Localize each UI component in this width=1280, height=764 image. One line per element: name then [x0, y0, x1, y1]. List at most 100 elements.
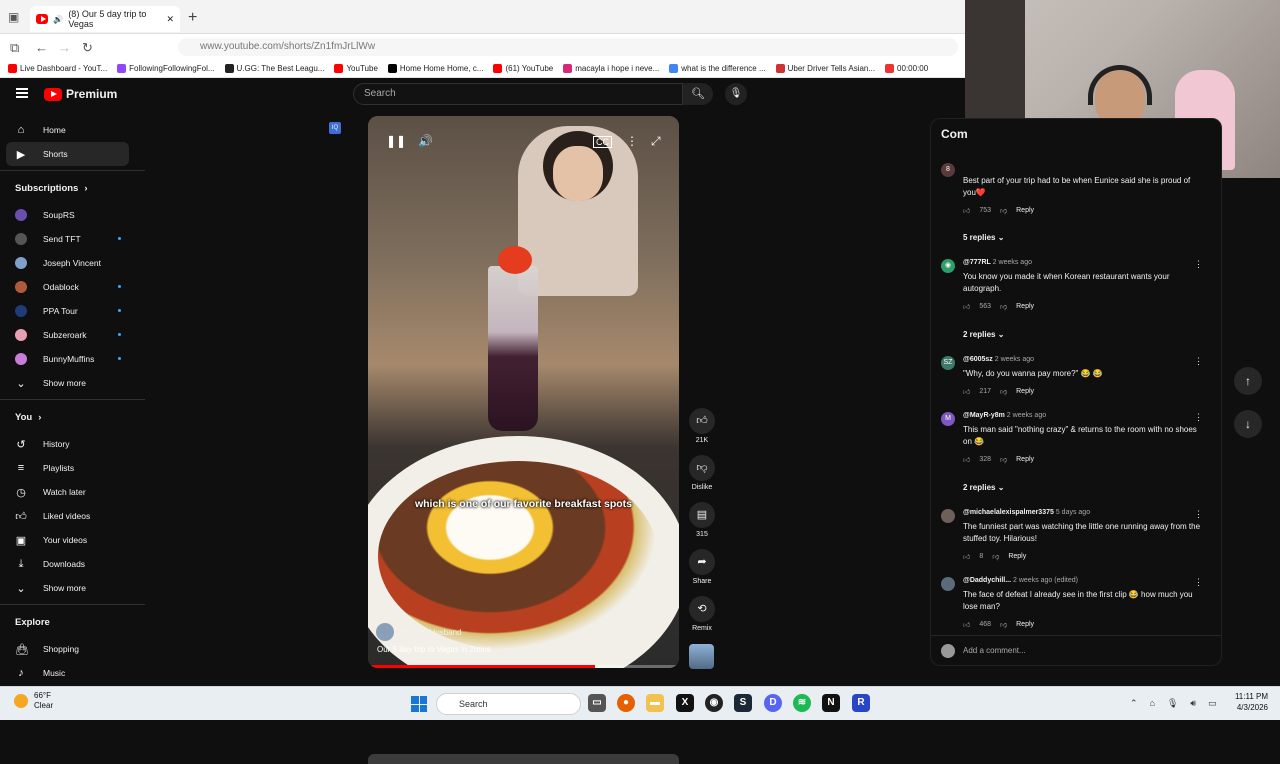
thumbs-up-icon[interactable]: 👍︎: [963, 552, 970, 561]
back-icon[interactable]: ←: [35, 40, 48, 55]
thumbs-up-icon[interactable]: 👍︎: [963, 387, 970, 396]
r-app-icon[interactable]: R: [852, 694, 870, 712]
share-button[interactable]: ➦ Share: [688, 549, 716, 596]
sidebar-toggle-icon[interactable]: ⧉: [10, 40, 19, 56]
video-progress-bar[interactable]: [368, 665, 679, 668]
search-input[interactable]: Search: [353, 83, 683, 105]
shorts-video-player[interactable]: ❚❚ 🔊 CC ⋮ ⤢ which is one of our favorite…: [368, 116, 679, 668]
youtube-logo[interactable]: Premium: [44, 87, 117, 101]
sidebar-item-shopping[interactable]: 👜︎ Shopping: [0, 637, 145, 661]
comment-author[interactable]: @Daddychill... 2 weeks ago (edited): [963, 577, 1078, 584]
discord-icon[interactable]: D: [764, 694, 782, 712]
sidebar-item-downloads[interactable]: ⤓ Downloads: [0, 552, 145, 576]
sidebar-item-your-videos[interactable]: ▣ Your videos: [0, 528, 145, 552]
more-options-icon[interactable]: ⋮: [1194, 356, 1203, 367]
dislike-button[interactable]: 👎︎ Dislike: [688, 455, 716, 502]
obs-icon[interactable]: ◉: [705, 694, 723, 712]
subscriptions-header[interactable]: Subscriptions ›: [0, 173, 145, 203]
close-tab-icon[interactable]: ✕: [166, 14, 174, 25]
battery-icon[interactable]: ▭: [1208, 698, 1217, 709]
you-header[interactable]: You ›: [0, 402, 145, 432]
bookmark-item[interactable]: 00:00:00: [885, 64, 928, 73]
subscription-item[interactable]: Joseph Vincent: [0, 251, 145, 275]
x-app-icon[interactable]: X: [676, 694, 694, 712]
bookmark-item[interactable]: U.GG: The Best Leagu...: [224, 64, 324, 73]
comment-author[interactable]: @777RL 2 weeks ago: [963, 259, 1032, 266]
thumbs-up-icon[interactable]: 👍︎: [963, 206, 970, 215]
bookmark-item[interactable]: Uber Driver Tells Asian...: [775, 64, 875, 73]
reply-button[interactable]: Reply: [1016, 456, 1034, 463]
remix-button[interactable]: ⟲ Remix: [688, 596, 716, 643]
spotify-icon[interactable]: ≋: [793, 694, 811, 712]
browser-tab-active[interactable]: 🔊 (8) Our 5 day trip to Vegas ✕: [30, 6, 180, 32]
chevron-up-icon[interactable]: ⌃: [1130, 698, 1138, 709]
thumbs-down-icon[interactable]: 👎︎: [1000, 206, 1007, 215]
sidebar-item-playlists[interactable]: ≡ Playlists: [0, 456, 145, 480]
subscription-item[interactable]: Odablock: [0, 275, 145, 299]
more-options-icon[interactable]: ⋮: [626, 134, 638, 148]
thumbs-down-icon[interactable]: 👎︎: [1000, 455, 1007, 464]
network-icon[interactable]: ⌂: [1150, 698, 1155, 709]
thumbs-down-icon[interactable]: 👎︎: [1000, 387, 1007, 396]
taskbar-search[interactable]: Search: [436, 693, 581, 715]
reload-icon[interactable]: ↻: [82, 40, 93, 56]
reply-button[interactable]: Reply: [1016, 207, 1034, 214]
file-explorer-icon[interactable]: ▬: [646, 694, 664, 712]
like-button[interactable]: 👍︎ 21K: [688, 408, 716, 455]
view-replies-button[interactable]: 2 replies ⌄: [963, 483, 1004, 492]
steam-icon[interactable]: S: [734, 694, 752, 712]
bookmark-item[interactable]: Live Dashboard - YouT...: [8, 64, 107, 73]
bookmark-item[interactable]: what is the difference ...: [669, 64, 766, 73]
menu-icon[interactable]: [16, 88, 28, 98]
reply-button[interactable]: Reply: [1016, 621, 1034, 628]
sidebar-item-music[interactable]: ♪ Music: [0, 661, 145, 685]
reply-button[interactable]: Reply: [1016, 303, 1034, 310]
url-field[interactable]: www.youtube.com/shorts/Zn1fmJrLlWw: [178, 38, 958, 56]
comment-author[interactable]: @michaelalexispalmer3375 5 days ago: [963, 509, 1090, 516]
thumbs-down-icon[interactable]: 👎︎: [992, 552, 999, 561]
weather-widget[interactable]: 66°F Clear: [14, 691, 53, 711]
forward-icon[interactable]: →: [58, 40, 71, 55]
subscription-item[interactable]: PPA Tour: [0, 299, 145, 323]
bookmark-item[interactable]: Home Home Home, c...: [387, 64, 483, 73]
subscription-item[interactable]: BunnyMuffins: [0, 347, 145, 371]
bookmark-item[interactable]: macayla i hope i neve...: [563, 64, 659, 73]
view-replies-button[interactable]: 5 replies ⌄: [963, 233, 1004, 242]
comment-author[interactable]: @MayR-y8m 2 weeks ago: [963, 412, 1046, 419]
thumbs-up-icon[interactable]: 👍︎: [963, 455, 970, 464]
comments-button[interactable]: ▤ 315: [688, 502, 716, 549]
voice-search-button[interactable]: 🎙︎: [725, 83, 747, 105]
sound-thumbnail[interactable]: [689, 644, 714, 669]
task-view-icon[interactable]: ▭: [588, 694, 606, 712]
sidebar-item-watch-later[interactable]: ◷ Watch later: [0, 480, 145, 504]
windows-start-icon[interactable]: [411, 696, 427, 712]
show-more-you[interactable]: ⌄ Show more: [0, 576, 145, 600]
search-button[interactable]: 🔍︎: [683, 83, 713, 105]
sidebar-item-home[interactable]: ⌂ Home: [0, 118, 145, 142]
sidebar-item-liked-videos[interactable]: 👍︎ Liked videos: [0, 504, 145, 528]
bookmark-item[interactable]: FollowingFollowingFol...: [117, 64, 215, 73]
comment-author[interactable]: @6005sz 2 weeks ago: [963, 356, 1034, 363]
thumbs-up-icon[interactable]: 👍︎: [963, 302, 970, 311]
video-title[interactable]: Our 5 day trip to Vegas in 2mins: [377, 645, 491, 654]
new-tab-button[interactable]: +: [188, 9, 197, 27]
reply-button[interactable]: Reply: [1008, 553, 1026, 560]
tab-actions-icon[interactable]: ▣: [8, 10, 19, 24]
firefox-icon[interactable]: ●: [617, 694, 635, 712]
reply-button[interactable]: Reply: [1016, 388, 1034, 395]
captions-icon[interactable]: CC: [593, 136, 612, 148]
subscription-item[interactable]: Send TFT: [0, 227, 145, 251]
video-channel[interactable]: @POV_Husband: [376, 623, 462, 641]
view-replies-button[interactable]: 2 replies ⌄: [963, 330, 1004, 339]
volume-icon[interactable]: 🔊: [418, 134, 433, 148]
extension-badge-icon[interactable]: IQ: [329, 122, 341, 134]
show-more-subscriptions[interactable]: ⌄ Show more: [0, 371, 145, 395]
next-short-button[interactable]: ↓: [1234, 410, 1262, 438]
subscription-item[interactable]: Subzeroark: [0, 323, 145, 347]
bookmark-item[interactable]: YouTube: [334, 64, 378, 73]
fullscreen-icon[interactable]: ⤢: [651, 134, 661, 149]
thumbs-down-icon[interactable]: 👎︎: [1000, 620, 1007, 629]
sidebar-item-shorts[interactable]: ▶ Shorts: [6, 142, 129, 166]
notion-icon[interactable]: N: [822, 694, 840, 712]
more-options-icon[interactable]: ⋮: [1194, 577, 1203, 588]
